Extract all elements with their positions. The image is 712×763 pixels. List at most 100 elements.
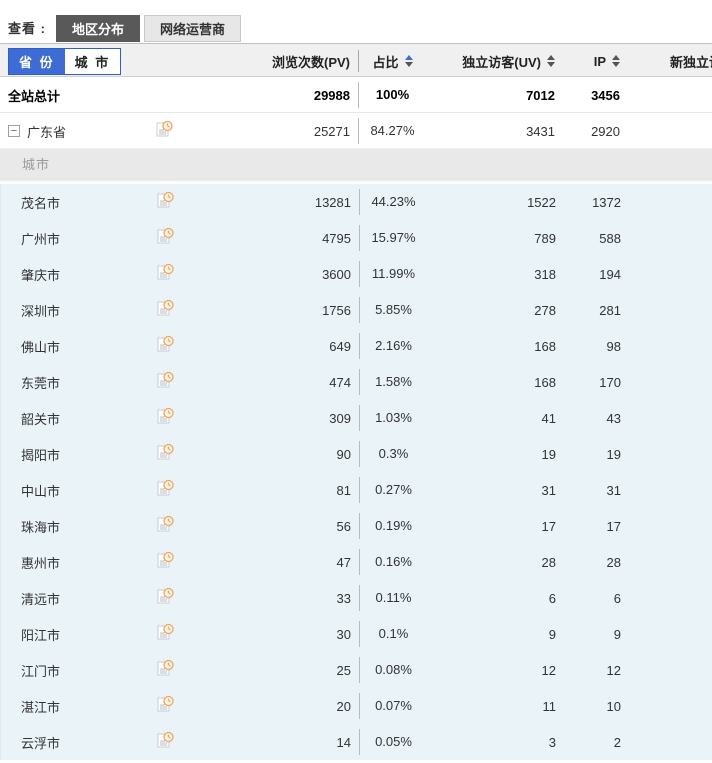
city-pct: 0.19%: [351, 508, 436, 544]
table-row: 深圳市 1756 5.85% 278 281: [1, 292, 712, 328]
city-pct: 0.1%: [351, 616, 436, 652]
city-pct: 0.27%: [351, 472, 436, 508]
column-header-uv[interactable]: 独立访客(UV): [435, 52, 560, 71]
city-pv: 90: [206, 447, 351, 462]
trend-report-icon[interactable]: [156, 298, 175, 319]
trend-report-icon[interactable]: [156, 370, 175, 391]
city-uv: 28: [436, 555, 561, 570]
city-pv: 649: [206, 339, 351, 354]
table-row: 云浮市 14 0.05% 3 2: [1, 724, 712, 760]
province-row: − 广东省 25271 84.27% 3431 2920: [0, 113, 712, 149]
city-uv: 17: [436, 519, 561, 534]
city-pct: 11.99%: [351, 256, 436, 292]
city-pct: 5.85%: [351, 292, 436, 328]
table-row: 揭阳市 90 0.3% 19 19: [1, 436, 712, 472]
city-name: 肇庆市: [1, 265, 151, 284]
city-pv: 33: [206, 591, 351, 606]
province-city-toggle: 省 份 城 市: [8, 48, 121, 75]
city-pct: 0.16%: [351, 544, 436, 580]
city-uv: 11: [436, 699, 561, 714]
tab-region-distribution[interactable]: 地区分布: [56, 15, 140, 42]
trend-report-icon[interactable]: [156, 478, 175, 499]
city-name: 揭阳市: [1, 445, 151, 464]
trend-report-icon[interactable]: [156, 658, 175, 679]
trend-report-icon[interactable]: [156, 694, 175, 715]
city-pct: 15.97%: [351, 220, 436, 256]
city-pct: 1.58%: [351, 364, 436, 400]
city-pct: 44.23%: [351, 184, 436, 220]
column-header-pv: 浏览次数(PV): [205, 52, 350, 71]
city-pct: 1.03%: [351, 400, 436, 436]
city-ip: 98: [561, 339, 626, 354]
table-row: 佛山市 649 2.16% 168 98: [1, 328, 712, 364]
column-header-new-uv: 新独立访客: [625, 52, 712, 71]
table-row: 中山市 81 0.27% 31 31: [1, 472, 712, 508]
city-uv: 12: [436, 663, 561, 678]
column-header-pct[interactable]: 占比: [350, 44, 435, 78]
toggle-province-button[interactable]: 省 份: [9, 49, 65, 74]
trend-report-icon[interactable]: [156, 442, 175, 463]
trend-report-icon[interactable]: [156, 622, 175, 643]
table-header: 省 份 城 市 浏览次数(PV) 占比 独立访客(UV) IP 新独立访客: [0, 43, 712, 77]
province-pct: 84.27%: [350, 113, 435, 149]
table-row: 湛江市 20 0.07% 11 10: [1, 688, 712, 724]
trend-report-icon[interactable]: [156, 730, 175, 751]
column-header-pct-label: 占比: [372, 52, 398, 71]
city-ip: 12: [561, 663, 626, 678]
city-name: 惠州市: [1, 553, 151, 572]
city-ip: 31: [561, 483, 626, 498]
table-row: 广州市 4795 15.97% 789 588: [1, 220, 712, 256]
city-ip: 17: [561, 519, 626, 534]
city-name: 湛江市: [1, 697, 151, 716]
view-tabbar: 查看 : 地区分布 网络运营商: [0, 0, 712, 43]
sort-icon-uv[interactable]: [547, 55, 555, 67]
city-uv: 3: [436, 735, 561, 750]
trend-report-icon[interactable]: [156, 406, 175, 427]
trend-report-icon[interactable]: [156, 226, 175, 247]
tab-network-operator[interactable]: 网络运营商: [144, 15, 241, 42]
city-pct: 0.11%: [351, 580, 436, 616]
column-header-ip[interactable]: IP: [560, 54, 625, 69]
trend-report-icon[interactable]: [156, 514, 175, 535]
city-pct: 0.07%: [351, 688, 436, 724]
city-uv: 41: [436, 411, 561, 426]
city-pv: 20: [206, 699, 351, 714]
sort-icon-ip[interactable]: [612, 55, 620, 67]
city-pv: 1756: [206, 303, 351, 318]
city-ip: 6: [561, 591, 626, 606]
city-name: 茂名市: [1, 193, 151, 212]
trend-report-icon[interactable]: [156, 262, 175, 283]
table-row: 东莞市 474 1.58% 168 170: [1, 364, 712, 400]
city-ip: 10: [561, 699, 626, 714]
city-pv: 13281: [206, 195, 351, 210]
city-name: 清远市: [1, 589, 151, 608]
sort-icon-pct[interactable]: [405, 55, 413, 67]
city-rows: 茂名市 13281 44.23% 1522 1372 广州市: [0, 184, 712, 760]
city-uv: 318: [436, 267, 561, 282]
collapse-icon[interactable]: −: [8, 125, 20, 137]
city-name: 阳江市: [1, 625, 151, 644]
city-ip: 170: [561, 375, 626, 390]
city-ip: 9: [561, 627, 626, 642]
trend-report-icon[interactable]: [156, 190, 175, 211]
city-pv: 14: [206, 735, 351, 750]
summary-row-label: 全站总计: [0, 86, 205, 105]
trend-report-icon[interactable]: [156, 334, 175, 355]
city-ip: 588: [561, 231, 626, 246]
city-pv: 47: [206, 555, 351, 570]
view-label: 查看 :: [8, 15, 46, 42]
province-pv: 25271: [205, 124, 350, 139]
toggle-city-button[interactable]: 城 市: [65, 49, 121, 74]
city-uv: 789: [436, 231, 561, 246]
city-pv: 309: [206, 411, 351, 426]
city-ip: 43: [561, 411, 626, 426]
trend-report-icon[interactable]: [156, 550, 175, 571]
city-name: 珠海市: [1, 517, 151, 536]
city-pv: 474: [206, 375, 351, 390]
trend-report-icon[interactable]: [155, 119, 174, 140]
trend-report-icon[interactable]: [156, 586, 175, 607]
city-name: 东莞市: [1, 373, 151, 392]
city-ip: 19: [561, 447, 626, 462]
city-ip: 2: [561, 735, 626, 750]
city-ip: 281: [561, 303, 626, 318]
